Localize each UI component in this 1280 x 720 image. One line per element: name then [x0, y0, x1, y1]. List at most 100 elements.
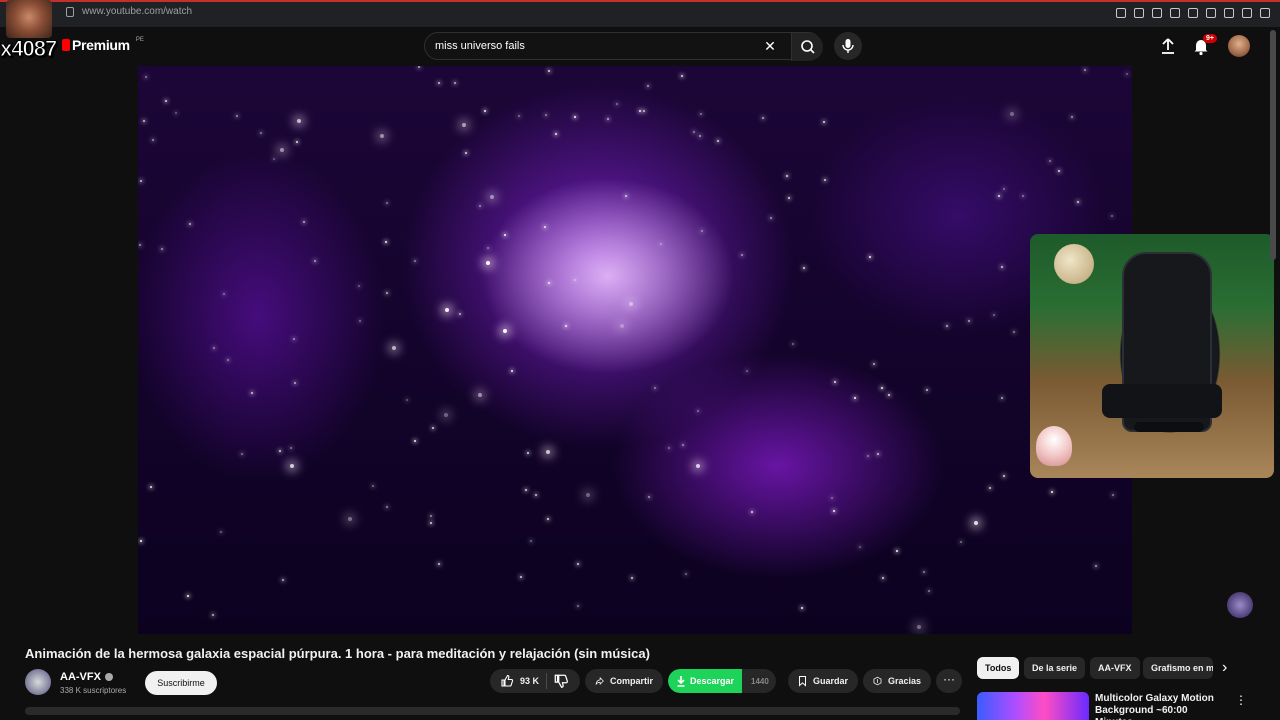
star-particle [974, 521, 978, 525]
verified-icon [104, 673, 113, 681]
star-particle [788, 197, 790, 199]
play-icon[interactable] [1170, 8, 1180, 18]
account-avatar[interactable] [1228, 35, 1250, 57]
star-particle [430, 515, 432, 517]
star-particle [1003, 188, 1005, 190]
account-icon[interactable] [1224, 8, 1234, 18]
more-vertical-icon[interactable]: ⋮ [1235, 693, 1247, 707]
voice-search-button[interactable] [834, 32, 862, 60]
star-particle [660, 243, 662, 245]
star-particle [1013, 331, 1015, 333]
star-particle [877, 453, 879, 455]
youtube-premium-logo[interactable]: Premium PE [62, 37, 144, 53]
star-particle [859, 546, 861, 548]
star-particle [150, 486, 152, 488]
heart-icon[interactable] [1188, 8, 1198, 18]
screen: www.youtube.com/watch Premium PE miss un… [0, 0, 1280, 720]
star-particle [386, 202, 388, 204]
search-box[interactable]: miss universo fails ✕ [424, 32, 823, 61]
star-particle [1001, 397, 1003, 399]
star-particle [251, 392, 253, 394]
star-particle [625, 195, 627, 197]
star-particle [751, 511, 753, 513]
star-particle [1111, 215, 1113, 217]
shield-icon[interactable] [1152, 8, 1162, 18]
star-particle [647, 85, 649, 87]
download-icon[interactable] [1242, 8, 1252, 18]
dislike-button[interactable] [553, 673, 571, 689]
star-particle [741, 254, 743, 256]
channel-name[interactable]: AA-VFX [60, 671, 101, 683]
youtube-logo-icon [62, 39, 70, 51]
star-particle [297, 119, 301, 123]
chair-base-shape [1134, 422, 1204, 432]
page-scrollbar[interactable] [1270, 30, 1276, 260]
filter-chip[interactable]: AA-VFX [1090, 657, 1140, 679]
star-particle [212, 614, 214, 616]
microphone-icon [842, 39, 854, 53]
streamer-name-overlay: x4087 [0, 36, 58, 62]
star-particle [917, 625, 921, 629]
star-particle [139, 244, 141, 246]
country-code: PE [135, 37, 144, 43]
star-particle [746, 370, 748, 372]
video-title: Animación de la hermosa galaxia espacial… [25, 646, 650, 661]
star-particle [869, 256, 871, 258]
lock-icon [66, 6, 74, 17]
star-particle [236, 115, 238, 117]
star-particle [430, 522, 432, 524]
star-particle [462, 123, 466, 127]
video-player[interactable] [138, 66, 1132, 634]
chevron-right-icon[interactable]: › [1222, 660, 1238, 676]
star-particle [518, 115, 520, 117]
clear-search-icon[interactable]: ✕ [763, 39, 777, 53]
download-button[interactable]: Descargar 1440 ▼ [668, 669, 776, 693]
share-button[interactable]: Compartir [585, 669, 663, 693]
download-main-button[interactable]: Descargar [668, 669, 743, 693]
thanks-button[interactable]: Gracias [863, 669, 931, 693]
star-particle [525, 489, 527, 491]
filter-chip[interactable]: Todos [977, 657, 1020, 679]
star-particle [260, 132, 262, 134]
notification-count-badge: 9+ [1203, 34, 1217, 43]
filter-chip[interactable]: De la serie [1024, 657, 1086, 679]
browser-extension-icons [1116, 8, 1270, 18]
star-particle [280, 148, 284, 152]
channel-name-row[interactable]: AA-VFX [60, 671, 113, 683]
star-particle [873, 363, 875, 365]
channel-watermark-icon[interactable] [1227, 592, 1253, 618]
channel-avatar[interactable] [25, 669, 51, 695]
extensions-icon[interactable] [1206, 8, 1216, 18]
star-particle [648, 496, 650, 498]
star-particle [504, 234, 506, 236]
star-particle [152, 139, 154, 141]
like-divider [546, 673, 547, 689]
star-particle [888, 394, 890, 396]
tab-icon[interactable] [1134, 8, 1144, 18]
recommendation-title[interactable]: Multicolor Galaxy Motion Background ~60:… [1095, 693, 1225, 720]
star-particle [867, 455, 869, 457]
create-button[interactable] [1158, 36, 1178, 56]
recommendation-thumbnail[interactable] [977, 692, 1089, 720]
search-button[interactable] [791, 33, 823, 61]
star-particle [189, 223, 191, 225]
streamer-face-overlay [6, 0, 52, 38]
star-particle [577, 563, 579, 565]
star-particle [1077, 201, 1079, 203]
star-particle [882, 577, 884, 579]
star-particle [629, 302, 633, 306]
search-input[interactable]: miss universo fails [435, 40, 525, 52]
subscribe-button[interactable]: Suscribirme [145, 671, 217, 695]
description-preview[interactable] [25, 707, 960, 715]
address-bar[interactable]: www.youtube.com/watch [66, 6, 192, 17]
upload-icon [1162, 38, 1174, 54]
filter-chip[interactable]: Grafismo en m [1143, 657, 1213, 679]
bookmark-icon[interactable] [1116, 8, 1126, 18]
star-particle [643, 110, 645, 112]
star-particle [487, 247, 489, 249]
menu-icon[interactable] [1260, 8, 1270, 18]
more-actions-button[interactable]: ··· [936, 669, 962, 693]
star-particle [854, 397, 856, 399]
star-particle [696, 464, 700, 468]
save-button[interactable]: Guardar [788, 669, 858, 693]
